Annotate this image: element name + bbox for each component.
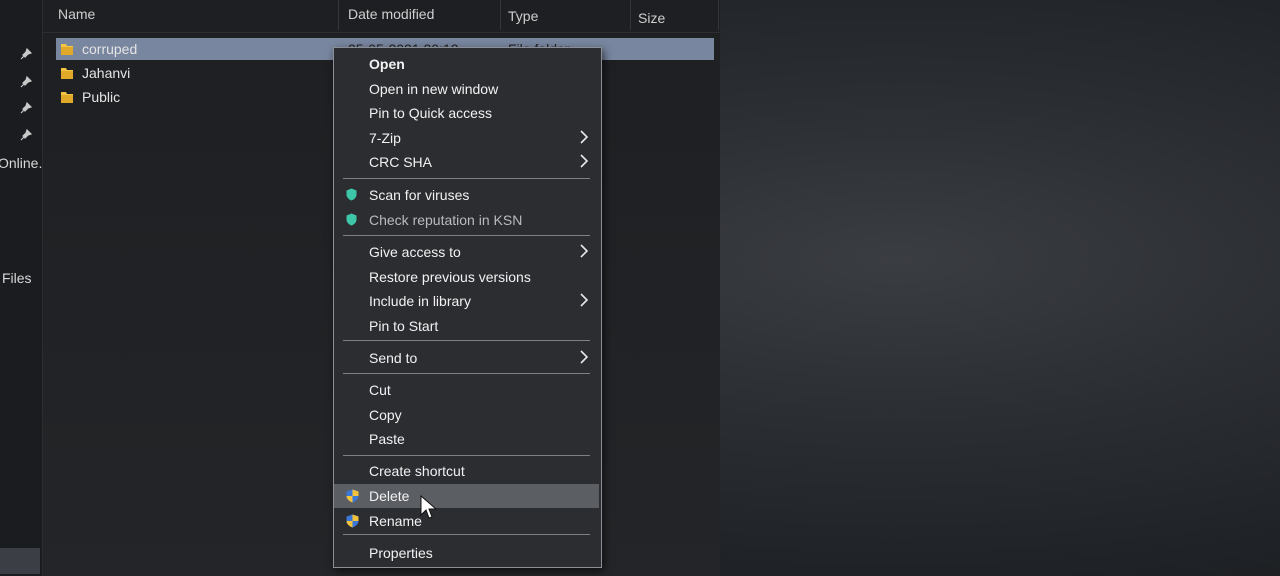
menu-item-label: Open: [369, 56, 405, 72]
nav-item-onedrive[interactable]: Online.: [0, 155, 42, 171]
nav-item-selected[interactable]: [0, 548, 40, 574]
sort-caret-icon: ^: [192, 0, 197, 5]
menu-separator: [343, 235, 590, 236]
menu-item-label: Pin to Quick access: [369, 105, 492, 121]
menu-item-scan-viruses[interactable]: Scan for viruses: [334, 183, 599, 207]
folder-icon: [61, 92, 73, 103]
column-divider[interactable]: [718, 0, 719, 30]
column-name[interactable]: Name: [58, 6, 95, 22]
menu-item-pin-start[interactable]: Pin to Start: [334, 314, 599, 338]
column-header-bar: ^ Name Date modified Type Size: [42, 0, 720, 33]
menu-separator: [343, 373, 590, 374]
pin-icon[interactable]: [20, 102, 32, 114]
nav-item-files[interactable]: Files: [2, 270, 32, 286]
kaspersky-shield-icon: [346, 188, 357, 201]
menu-item-restore-versions[interactable]: Restore previous versions: [334, 265, 599, 289]
menu-separator: [343, 340, 590, 341]
menu-item-label: Paste: [369, 431, 405, 447]
menu-item-label: Delete: [369, 488, 410, 504]
chevron-right-icon: [580, 130, 589, 144]
menu-item-give-access[interactable]: Give access to: [334, 240, 599, 264]
chevron-right-icon: [580, 154, 589, 168]
column-divider[interactable]: [500, 0, 501, 30]
context-menu: Open Open in new window Pin to Quick acc…: [333, 47, 602, 568]
menu-separator: [343, 534, 590, 535]
menu-item-rename[interactable]: Rename: [334, 509, 599, 533]
menu-item-label: Send to: [369, 350, 418, 366]
menu-separator: [343, 455, 590, 456]
menu-separator: [343, 178, 590, 179]
menu-item-label: Give access to: [369, 244, 461, 260]
column-divider[interactable]: [630, 0, 631, 30]
menu-item-7zip[interactable]: 7-Zip: [334, 126, 599, 150]
menu-item-label: Scan for viruses: [369, 187, 470, 203]
uac-shield-icon: [346, 514, 359, 528]
menu-item-copy[interactable]: Copy: [334, 403, 599, 427]
menu-item-label: 7-Zip: [369, 130, 401, 146]
folder-icon: [61, 68, 73, 79]
column-date-modified[interactable]: Date modified: [348, 6, 434, 22]
menu-item-check-reputation[interactable]: Check reputation in KSN: [334, 208, 599, 232]
menu-item-properties[interactable]: Properties: [334, 541, 599, 565]
menu-item-create-shortcut[interactable]: Create shortcut: [334, 459, 599, 483]
chevron-right-icon: [580, 293, 589, 307]
menu-item-include-library[interactable]: Include in library: [334, 289, 599, 313]
menu-item-label: Properties: [369, 545, 433, 561]
folder-icon: [61, 44, 73, 55]
pin-icon[interactable]: [20, 48, 32, 60]
menu-item-open-new-window[interactable]: Open in new window: [334, 77, 599, 101]
menu-item-cut[interactable]: Cut: [334, 378, 599, 402]
menu-item-label: Include in library: [369, 293, 471, 309]
column-size[interactable]: Size: [638, 10, 665, 26]
menu-item-label: Copy: [369, 407, 402, 423]
column-type[interactable]: Type: [508, 8, 538, 24]
uac-shield-icon: [346, 489, 359, 503]
file-name: Jahanvi: [82, 65, 131, 81]
mouse-cursor-icon: [420, 495, 438, 519]
menu-item-label: Create shortcut: [369, 463, 465, 479]
menu-item-label: CRC SHA: [369, 154, 433, 170]
menu-item-label: Open in new window: [369, 81, 499, 97]
menu-item-pin-quick-access[interactable]: Pin to Quick access: [334, 101, 599, 125]
chevron-right-icon: [580, 350, 589, 364]
file-name: corruped: [82, 41, 138, 57]
menu-item-send-to[interactable]: Send to: [334, 346, 599, 370]
menu-item-label: Check reputation in KSN: [369, 212, 523, 228]
menu-item-crc-sha[interactable]: CRC SHA: [334, 150, 599, 174]
menu-item-label: Cut: [369, 382, 391, 398]
menu-item-label: Pin to Start: [369, 318, 439, 334]
menu-item-paste[interactable]: Paste: [334, 427, 599, 451]
navigation-pane: Online. Files: [0, 0, 43, 576]
file-name: Public: [82, 89, 121, 105]
menu-item-label: Restore previous versions: [369, 269, 531, 285]
menu-item-open[interactable]: Open: [334, 52, 599, 76]
column-divider[interactable]: [338, 0, 339, 30]
chevron-right-icon: [580, 244, 589, 258]
pin-icon[interactable]: [20, 76, 32, 88]
pin-icon[interactable]: [20, 129, 32, 141]
menu-item-delete[interactable]: Delete: [334, 484, 599, 508]
menu-item-label: Rename: [369, 513, 422, 529]
kaspersky-shield-icon: [346, 213, 357, 226]
